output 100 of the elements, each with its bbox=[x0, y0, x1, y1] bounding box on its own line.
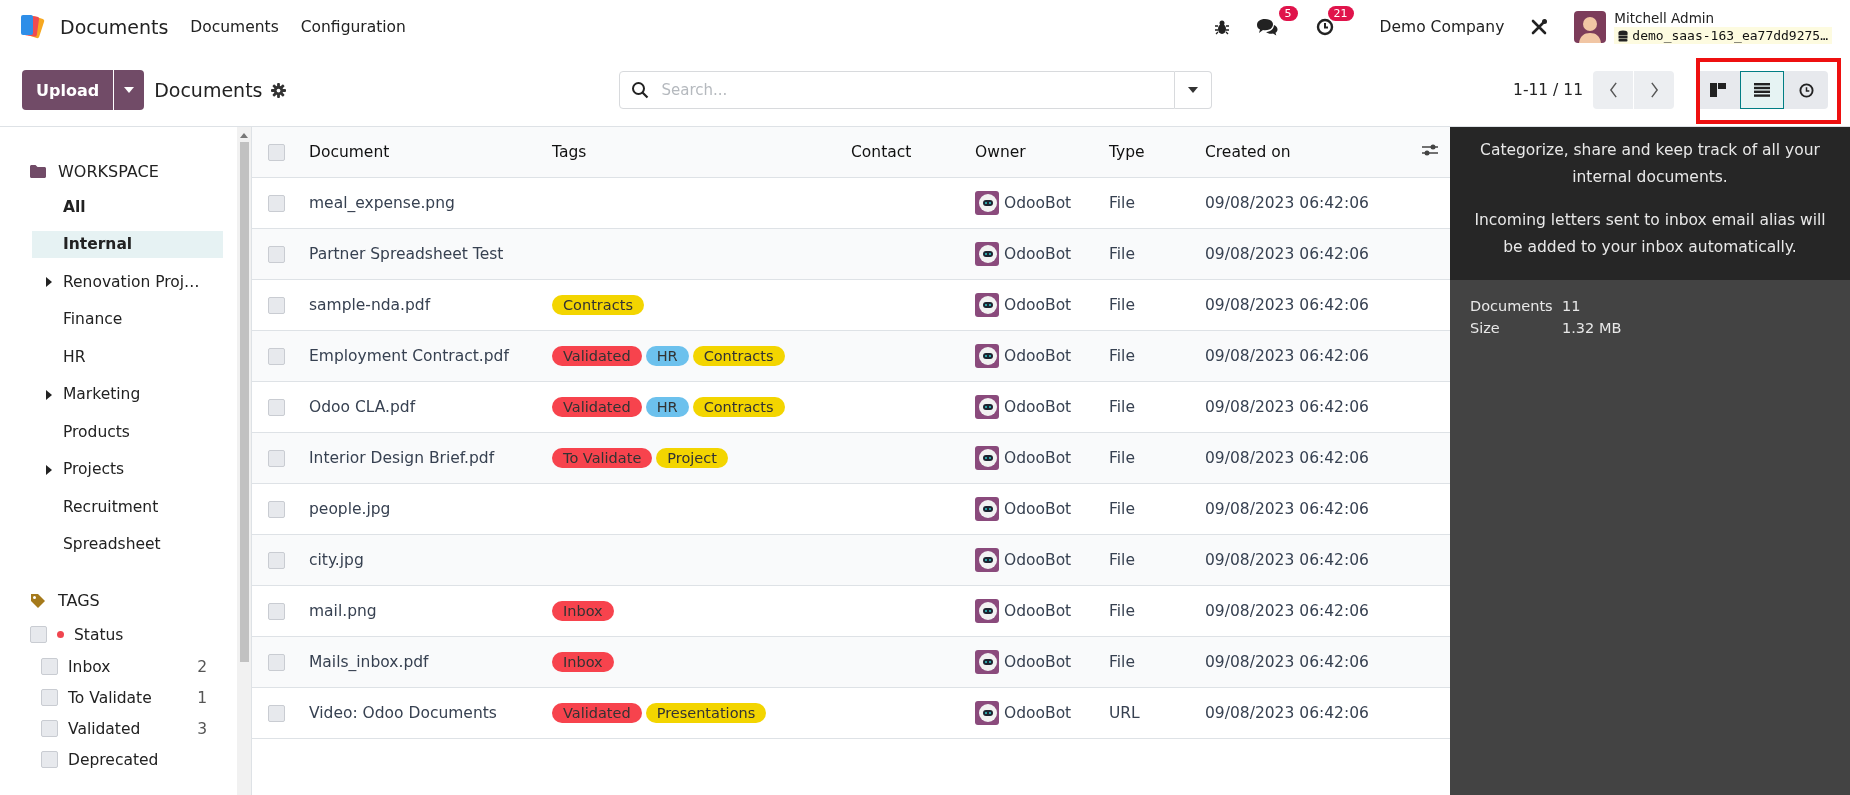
document-name[interactable]: Odoo CLA.pdf bbox=[309, 398, 416, 416]
folder-item[interactable]: Projects bbox=[32, 455, 223, 483]
app-name[interactable]: Documents bbox=[60, 16, 169, 38]
document-type: URL bbox=[1109, 704, 1140, 722]
checkbox[interactable] bbox=[41, 751, 58, 768]
column-header[interactable]: Document bbox=[297, 127, 540, 178]
row-checkbox[interactable] bbox=[268, 195, 285, 212]
robot-avatar-icon bbox=[975, 395, 999, 419]
list-view-button[interactable] bbox=[1740, 71, 1784, 109]
folder-item[interactable]: Marketing bbox=[32, 380, 223, 408]
row-checkbox[interactable] bbox=[268, 348, 285, 365]
bug-icon[interactable] bbox=[1213, 19, 1230, 35]
folder-item[interactable]: Renovation Proj… bbox=[32, 268, 223, 295]
tag: Presentations bbox=[645, 703, 767, 723]
next-page-button[interactable] bbox=[1634, 71, 1674, 109]
tag: Validated bbox=[552, 346, 642, 366]
checkbox[interactable] bbox=[41, 658, 58, 675]
search-options-button[interactable] bbox=[1174, 71, 1212, 109]
pager-value[interactable]: 1-11 / 11 bbox=[1513, 81, 1583, 99]
robot-avatar-icon bbox=[975, 548, 999, 572]
upload-button[interactable]: Upload bbox=[22, 70, 114, 110]
menu-item[interactable]: Documents bbox=[190, 18, 279, 36]
chevron-right-icon bbox=[1649, 82, 1659, 98]
document-name[interactable]: meal_expense.png bbox=[309, 194, 455, 212]
caret-icon bbox=[1187, 87, 1198, 93]
document-type: File bbox=[1109, 398, 1135, 416]
document-name[interactable]: Employment Contract.pdf bbox=[309, 347, 509, 365]
section-title: WORKSPACE bbox=[58, 161, 159, 181]
caret-icon[interactable] bbox=[46, 389, 52, 400]
scrollbar[interactable] bbox=[237, 127, 251, 795]
checkbox[interactable] bbox=[30, 626, 47, 643]
robot-avatar-icon bbox=[975, 293, 999, 317]
search-field[interactable]: Search... bbox=[618, 71, 1175, 109]
avatar-icon[interactable] bbox=[1574, 11, 1607, 43]
robot-avatar-icon bbox=[975, 344, 999, 368]
settings-icon[interactable] bbox=[270, 82, 286, 98]
created-date: 09/08/2023 06:42:06 bbox=[1205, 551, 1369, 569]
document-type: File bbox=[1109, 653, 1135, 671]
clock-icon[interactable] bbox=[1315, 18, 1334, 36]
document-name[interactable]: Mails_inbox.pdf bbox=[309, 653, 429, 671]
folder-item[interactable]: Recruitment bbox=[32, 493, 223, 520]
column-settings-icon[interactable] bbox=[1422, 143, 1438, 157]
tools-icon[interactable] bbox=[1530, 18, 1549, 36]
folder-item[interactable]: HR bbox=[32, 343, 223, 370]
notification-badge: 5 bbox=[1278, 6, 1298, 21]
column-header[interactable]: Owner bbox=[963, 127, 1097, 178]
folder-item[interactable]: Finance bbox=[32, 305, 223, 333]
section-title: TAGS bbox=[58, 591, 100, 610]
folder-item[interactable]: All bbox=[32, 193, 223, 220]
owner-name: OdooBot bbox=[1004, 449, 1072, 467]
folder-item[interactable]: Spreadsheet bbox=[32, 530, 223, 558]
upload-dropdown-button[interactable] bbox=[113, 70, 145, 110]
stat-value: 1.32 MB bbox=[1562, 319, 1622, 336]
caret-icon[interactable] bbox=[46, 277, 52, 287]
stat-value: 11 bbox=[1562, 297, 1581, 314]
row-checkbox[interactable] bbox=[268, 552, 285, 569]
column-header[interactable]: Type bbox=[1097, 127, 1193, 178]
scrollbar-thumb[interactable] bbox=[239, 142, 249, 662]
row-checkbox[interactable] bbox=[268, 705, 285, 722]
select-all-checkbox[interactable] bbox=[268, 144, 285, 161]
tag: Validated bbox=[552, 397, 642, 417]
column-header[interactable]: Created on bbox=[1193, 127, 1410, 178]
robot-avatar-icon bbox=[975, 599, 999, 623]
tag: Contracts bbox=[552, 295, 644, 315]
tag-icon bbox=[30, 592, 46, 609]
company-switcher[interactable]: Demo Company bbox=[1379, 18, 1505, 36]
list-icon bbox=[1754, 83, 1770, 97]
chat-icon[interactable] bbox=[1255, 18, 1278, 36]
row-checkbox[interactable] bbox=[268, 603, 285, 620]
column-header[interactable]: Contact bbox=[839, 127, 963, 178]
document-name[interactable]: city.jpg bbox=[309, 551, 364, 569]
document-name[interactable]: Video: Odoo Documents bbox=[309, 704, 497, 722]
row-checkbox[interactable] bbox=[268, 246, 285, 263]
document-type: File bbox=[1109, 347, 1135, 365]
row-checkbox[interactable] bbox=[268, 297, 285, 314]
previous-page-button[interactable] bbox=[1593, 71, 1633, 109]
help-text: Categorize, share and keep track of all your internal documents. bbox=[1479, 140, 1821, 189]
caret-icon[interactable] bbox=[46, 464, 52, 475]
row-checkbox[interactable] bbox=[268, 654, 285, 671]
owner-name: OdooBot bbox=[1004, 194, 1072, 212]
row-checkbox[interactable] bbox=[268, 399, 285, 416]
document-name[interactable]: Partner Spreadsheet Test bbox=[309, 245, 504, 263]
notification-badge: 21 bbox=[1327, 6, 1354, 21]
row-checkbox[interactable] bbox=[268, 450, 285, 467]
folder-item[interactable]: Internal bbox=[32, 230, 223, 258]
checkbox[interactable] bbox=[41, 689, 58, 706]
user-name[interactable]: Mitchell Admin bbox=[1614, 10, 1832, 26]
scroll-up-icon[interactable] bbox=[240, 133, 248, 138]
document-name[interactable]: Interior Design Brief.pdf bbox=[309, 449, 495, 467]
menu-item[interactable]: Configuration bbox=[300, 18, 406, 36]
document-name[interactable]: mail.png bbox=[309, 602, 377, 620]
column-header[interactable]: Tags bbox=[540, 127, 839, 178]
document-name[interactable]: people.jpg bbox=[309, 500, 391, 518]
folder-item[interactable]: Products bbox=[32, 418, 223, 445]
created-date: 09/08/2023 06:42:06 bbox=[1205, 653, 1369, 671]
created-date: 09/08/2023 06:42:06 bbox=[1205, 194, 1369, 212]
row-checkbox[interactable] bbox=[268, 501, 285, 518]
checkbox[interactable] bbox=[41, 720, 58, 737]
document-name[interactable]: sample-nda.pdf bbox=[309, 296, 431, 314]
tag: Project bbox=[656, 448, 728, 468]
